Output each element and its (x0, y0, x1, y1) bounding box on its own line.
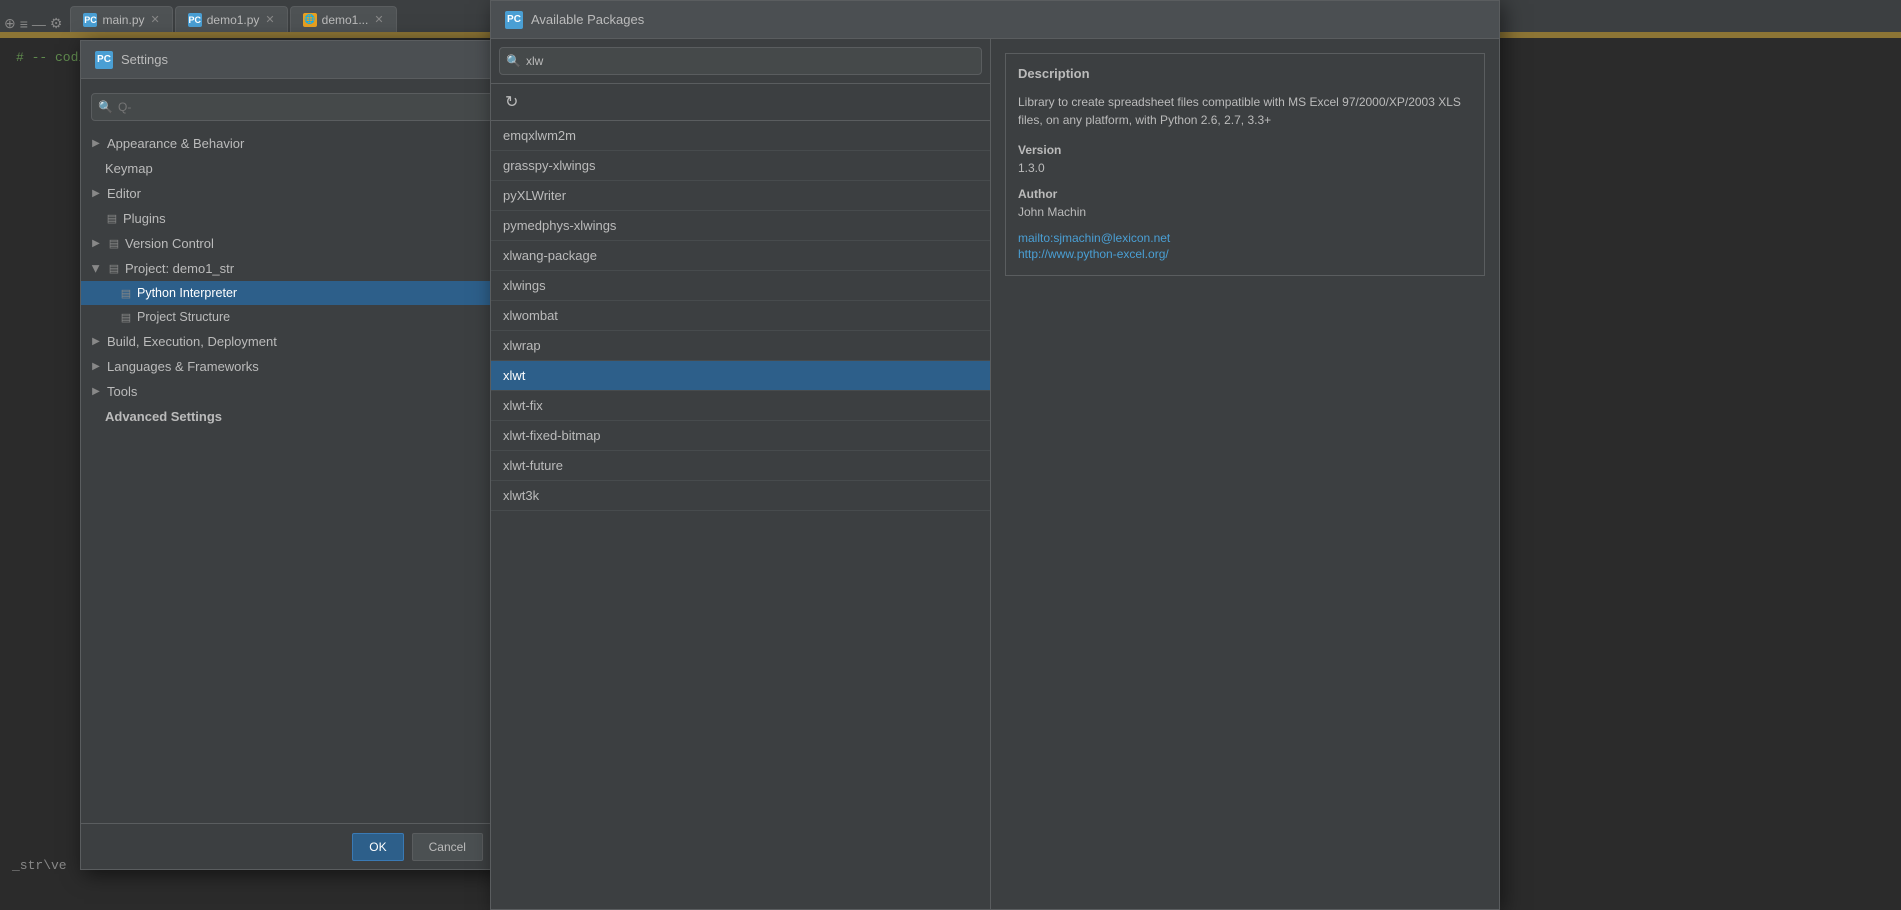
build-label: Build, Execution, Deployment (107, 334, 277, 349)
keymap-label: Keymap (105, 161, 153, 176)
tab-demo1-py[interactable]: PC demo1.py ✕ (175, 6, 288, 32)
toolbar-icon-4[interactable]: ⚙ (50, 15, 63, 32)
tab-close-globe[interactable]: ✕ (374, 13, 383, 26)
pkg-item-label: xlwings (503, 278, 546, 293)
toolbar-icon-1[interactable]: ⊕ (4, 15, 16, 32)
vc-icon: ▤ (107, 237, 121, 250)
description-text: Library to create spreadsheet files comp… (1018, 93, 1472, 129)
lang-arrow-icon: ▶ (89, 360, 103, 374)
appearance-label: Appearance & Behavior (107, 136, 244, 151)
list-item[interactable]: grasspy-xlwings (491, 151, 990, 181)
interpreter-icon: ▤ (119, 287, 133, 300)
avail-packages-right: Description Library to create spreadshee… (991, 39, 1499, 909)
editor-arrow-icon: ▶ (89, 187, 103, 201)
avail-search-area: 🔍 (491, 39, 990, 84)
pkg-item-label: xlwang-package (503, 248, 597, 263)
refresh-row: ↻ (491, 84, 990, 121)
plugins-icon: ▤ (105, 212, 119, 225)
tab-icon-demo1: PC (188, 13, 202, 27)
advanced-label: Advanced Settings (105, 409, 222, 424)
links-container: mailto:sjmachin@lexicon.net http://www.p… (1018, 231, 1472, 261)
description-section: Description Library to create spreadshee… (1005, 53, 1485, 276)
list-item[interactable]: pyXLWriter (491, 181, 990, 211)
project-label: Project: demo1_str (125, 261, 234, 276)
nav-search-icon: 🔍 (98, 100, 113, 114)
tab-main-py[interactable]: PC main.py ✕ (70, 6, 172, 32)
lang-label: Languages & Frameworks (107, 359, 259, 374)
version-label: Version (1018, 143, 1472, 157)
tab-label-globe: demo1... (322, 13, 369, 27)
build-arrow-icon: ▶ (89, 335, 103, 349)
pkg-item-label: xlwt (503, 368, 525, 383)
pkg-item-label: xlwrap (503, 338, 541, 353)
avail-search-input[interactable] (499, 47, 982, 75)
settings-pc-icon: PC (95, 51, 113, 69)
pkg-item-label: pymedphys-xlwings (503, 218, 616, 233)
description-title: Description (1018, 66, 1472, 81)
list-item[interactable]: xlwt-fixed-bitmap (491, 421, 990, 451)
list-item-xlwt[interactable]: xlwt (491, 361, 990, 391)
author-label: Author (1018, 187, 1472, 201)
avail-pc-icon: PC (505, 11, 523, 29)
project-arrow-icon: ▶ (89, 262, 103, 276)
list-item[interactable]: pymedphys-xlwings (491, 211, 990, 241)
pkg-item-label: xlwt-fix (503, 398, 543, 413)
available-packages-dialog: PC Available Packages 🔍 ↻ emqxlwm2m gras… (490, 0, 1500, 910)
pkg-item-label: pyXLWriter (503, 188, 566, 203)
structure-icon: ▤ (119, 311, 133, 324)
avail-packages-body: 🔍 ↻ emqxlwm2m grasspy-xlwings pyXLWriter… (491, 39, 1499, 909)
pkg-item-label: emqxlwm2m (503, 128, 576, 143)
mailto-link[interactable]: mailto:sjmachin@lexicon.net (1018, 231, 1472, 245)
avail-packages-left: 🔍 ↻ emqxlwm2m grasspy-xlwings pyXLWriter… (491, 39, 991, 909)
avail-packages-title: Available Packages (531, 12, 644, 27)
tools-label: Tools (107, 384, 137, 399)
available-packages-title-bar: PC Available Packages (491, 1, 1499, 39)
list-item[interactable]: xlwombat (491, 301, 990, 331)
tab-close-main[interactable]: ✕ (151, 13, 160, 26)
tab-label-main: main.py (102, 13, 144, 27)
pkg-item-label: xlwt-fixed-bitmap (503, 428, 601, 443)
ok-button[interactable]: OK (352, 833, 403, 861)
list-item[interactable]: emqxlwm2m (491, 121, 990, 151)
pkg-item-label: xlwt-future (503, 458, 563, 473)
tab-label-demo1: demo1.py (207, 13, 260, 27)
version-value: 1.3.0 (1018, 161, 1472, 175)
list-item[interactable]: xlwrap (491, 331, 990, 361)
list-item[interactable]: xlwt3k (491, 481, 990, 511)
vc-label: Version Control (125, 236, 214, 251)
structure-label: Project Structure (137, 310, 230, 324)
list-item[interactable]: xlwt-fix (491, 391, 990, 421)
tools-arrow-icon: ▶ (89, 385, 103, 399)
interpreter-label: Python Interpreter (137, 286, 237, 300)
toolbar-icon-2[interactable]: ≡ (20, 16, 28, 32)
list-item[interactable]: xlwt-future (491, 451, 990, 481)
pkg-item-label: grasspy-xlwings (503, 158, 595, 173)
pkg-item-label: xlwt3k (503, 488, 539, 503)
plugins-label: Plugins (123, 211, 166, 226)
tab-close-demo1[interactable]: ✕ (265, 13, 274, 26)
author-value: John Machin (1018, 205, 1472, 219)
avail-search-icon: 🔍 (506, 54, 521, 68)
list-item[interactable]: xlwang-package (491, 241, 990, 271)
list-item[interactable]: xlwings (491, 271, 990, 301)
vc-arrow-icon: ▶ (89, 237, 103, 251)
appearance-arrow-icon: ▶ (89, 137, 103, 151)
tab-icon-globe: 🌐 (303, 13, 317, 27)
settings-title: Settings (121, 52, 168, 67)
toolbar-icon-3[interactable]: — (32, 16, 46, 32)
project-icon: ▤ (107, 262, 121, 275)
website-link[interactable]: http://www.python-excel.org/ (1018, 247, 1472, 261)
tab-demo1-globe[interactable]: 🌐 demo1... ✕ (290, 6, 397, 32)
tab-icon-main: PC (83, 13, 97, 27)
available-packages-list: emqxlwm2m grasspy-xlwings pyXLWriter pym… (491, 121, 990, 909)
refresh-button[interactable]: ↻ (499, 90, 524, 114)
pkg-item-label: xlwombat (503, 308, 558, 323)
cancel-button[interactable]: Cancel (412, 833, 483, 861)
editor-label: Editor (107, 186, 141, 201)
